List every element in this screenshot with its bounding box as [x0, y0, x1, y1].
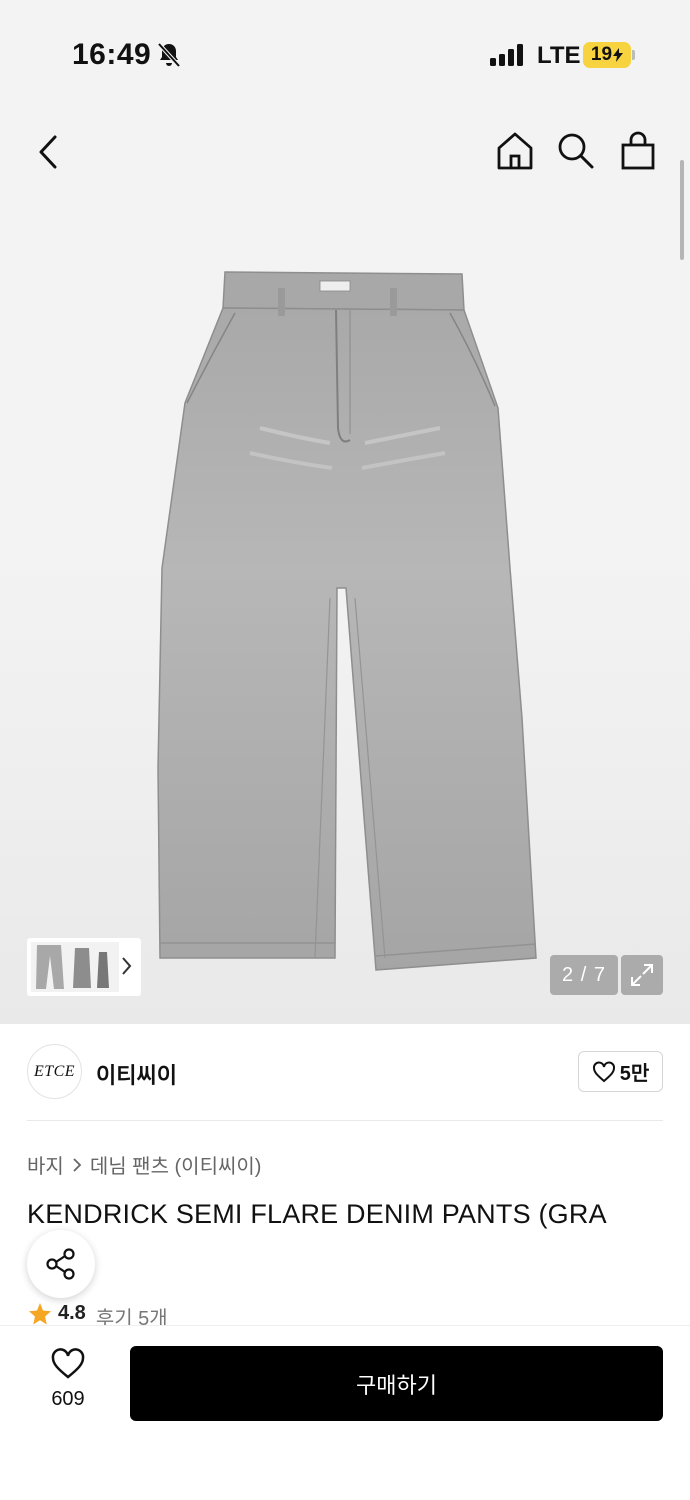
search-icon [558, 133, 594, 169]
breadcrumb-category[interactable]: 바지 [27, 1150, 64, 1179]
bell-off-icon [157, 42, 181, 73]
brand-like-button[interactable]: 5만 [578, 1051, 663, 1092]
star-icon [29, 1303, 51, 1325]
network-label: LTE [537, 42, 581, 69]
home-button[interactable] [494, 130, 536, 172]
image-counter: 2 / 7 [550, 955, 618, 995]
home-icon [497, 132, 533, 170]
wishlist-button[interactable]: 609 [38, 1348, 98, 1418]
battery-tip [632, 50, 635, 60]
heart-icon [592, 1060, 615, 1082]
breadcrumb: 바지 데님 팬츠 (이티씨이) [27, 1150, 261, 1179]
product-title: KENDRICK SEMI FLARE DENIM PANTS (GRA [27, 1199, 607, 1229]
signal-icon [490, 44, 524, 71]
product-image-gallery[interactable]: 16:49 LTE 19 2 / 7 [0, 0, 690, 1024]
brand-logo-text: ETCE [33, 1062, 76, 1080]
status-bar: 16:49 LTE 19 [0, 0, 690, 100]
share-icon [46, 1248, 75, 1280]
search-button[interactable] [555, 130, 597, 172]
divider [27, 1120, 663, 1121]
brand-name[interactable]: 이티씨이 [96, 1058, 177, 1090]
shopping-bag-icon [621, 131, 655, 170]
back-button[interactable] [28, 130, 68, 174]
buy-button[interactable]: 구매하기 [130, 1346, 663, 1421]
share-button[interactable] [27, 1230, 95, 1298]
rating-row[interactable]: 4.8 후기 5개 [28, 1302, 168, 1326]
status-time: 16:49 [72, 38, 152, 71]
review-count[interactable]: 후기 5개 [96, 1302, 168, 1326]
rating-value: 4.8 [58, 1302, 86, 1324]
cart-button[interactable] [617, 130, 659, 172]
battery-level: 19 [590, 44, 613, 65]
expand-icon [631, 964, 653, 986]
thumbnail-strip[interactable] [27, 938, 141, 996]
brand-logo[interactable]: ETCE [27, 1044, 82, 1099]
heart-icon [51, 1348, 85, 1379]
thumbnail-image [31, 942, 119, 992]
wishlist-count: 609 [51, 1388, 85, 1410]
chevron-right-icon [73, 1157, 82, 1172]
scrollbar[interactable] [680, 160, 684, 260]
brand-like-count: 5만 [619, 1063, 650, 1085]
back-icon [39, 135, 57, 169]
breadcrumb-subcategory[interactable]: 데님 팬츠 (이티씨이) [90, 1150, 262, 1179]
chevron-right-icon [122, 957, 132, 975]
product-photo [157, 271, 537, 971]
fullscreen-button[interactable] [621, 955, 663, 995]
battery-icon: 19 [583, 42, 631, 68]
